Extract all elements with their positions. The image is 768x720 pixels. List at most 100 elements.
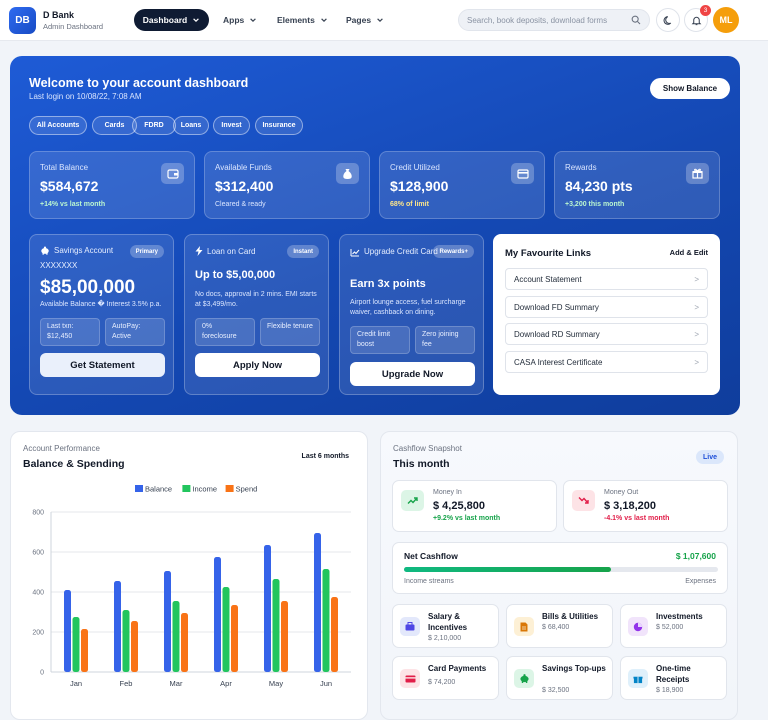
chevron-down-icon — [320, 18, 327, 23]
stat-label: Credit Utilized — [390, 163, 440, 172]
tile-name: Bills & Utilities — [542, 612, 599, 621]
stat-label: Rewards — [565, 163, 597, 172]
link-casa-interest-certificate[interactable]: CASA Interest Certificate > — [505, 351, 708, 373]
top-bar: DB D Bank Admin Dashboard Dashboard Apps… — [0, 0, 768, 41]
stat-available-funds[interactable]: Available Funds $312,400 Cleared & ready — [204, 151, 370, 219]
income-streams-label: Income streams — [404, 578, 454, 585]
get-statement-button[interactable]: Get Statement — [40, 353, 165, 377]
nav-dashboard[interactable]: Dashboard — [134, 9, 209, 31]
trend-up-icon — [401, 490, 424, 511]
stat-credit-utilized[interactable]: Credit Utilized $128,900 68% of limit — [379, 151, 545, 219]
document-icon — [514, 617, 534, 636]
search-input[interactable] — [467, 15, 627, 25]
credit-card-icon — [400, 669, 420, 688]
y-tick-label: 200 — [32, 630, 44, 637]
tile-amount: $ 18,900 — [656, 687, 684, 694]
stat-rewards[interactable]: Rewards 84,230 pts +3,200 this month — [554, 151, 720, 219]
legend-swatch-income — [182, 485, 191, 492]
savings-meta: Available Balance � Interest 3.5% p.a. — [40, 301, 162, 308]
net-cashflow-card: Net Cashflow $ 1,07,600 Income streams E… — [392, 542, 728, 594]
nav-elements-label: Elements — [277, 15, 315, 25]
y-tick-label: 600 — [32, 550, 44, 557]
gift-icon — [686, 163, 709, 184]
tile-amount: $ 52,000 — [656, 624, 684, 631]
bar-balance-jun — [314, 533, 321, 672]
legend-label-income: Income — [192, 485, 217, 494]
tile-one-time-receipts[interactable]: One-time Receipts $ 18,900 — [620, 656, 727, 700]
account-number: XXXXXXX — [40, 261, 78, 270]
savings-title-text: Savings Account — [54, 246, 114, 255]
stat-note: +3,200 this month — [565, 201, 625, 208]
tile-salary-incentives[interactable]: Salary & Incentives $ 2,10,000 — [392, 604, 499, 648]
stat-note: +14% vs last month — [40, 201, 106, 208]
link-download-fd-summary[interactable]: Download FD Summary > — [505, 296, 708, 318]
chevron-right-icon: > — [694, 357, 699, 367]
piggy-bank-icon — [514, 669, 534, 688]
stat-value: $584,672 — [40, 178, 99, 194]
user-avatar[interactable]: ML — [713, 7, 739, 33]
tile-investments[interactable]: Investments $ 52,000 — [620, 604, 727, 648]
nav-pages[interactable]: Pages — [346, 9, 384, 31]
cashflow-subtitle: Cashflow Snapshot — [393, 444, 462, 453]
bar-income-jun — [322, 569, 330, 672]
tenure-info: Flexible tenure — [260, 318, 320, 346]
loan-title-text: Loan on Card — [207, 246, 256, 256]
tile-bills-utilities[interactable]: Bills & Utilities $ 68,400 — [506, 604, 613, 648]
y-tick-label: 400 — [32, 590, 44, 597]
tile-name: Salary & Incentives — [428, 612, 468, 632]
link-download-rd-summary[interactable]: Download RD Summary > — [505, 323, 708, 345]
chart-up-icon — [350, 249, 360, 257]
stat-value: $312,400 — [215, 178, 274, 194]
chip-invest[interactable]: Invest — [213, 116, 250, 135]
chip-cards[interactable]: Cards — [92, 116, 137, 135]
legend-swatch-balance — [135, 485, 143, 492]
account-performance-panel: Account Performance Balance & Spending L… — [10, 431, 368, 720]
net-cashflow-value: $ 1,07,600 — [675, 551, 716, 561]
piggy-bank-icon — [41, 246, 49, 255]
brand-subtitle: Admin Dashboard — [43, 22, 104, 31]
show-balance-button[interactable]: Show Balance — [650, 78, 730, 99]
tile-card-payments[interactable]: Card Payments $ 74,200 — [392, 656, 499, 700]
apply-now-button[interactable]: Apply Now — [195, 353, 320, 377]
money-out-label: Money Out — [604, 489, 639, 496]
money-in-card[interactable]: Money In $ 4,25,800 +9.2% vs last month — [392, 480, 557, 532]
link-account-statement[interactable]: Account Statement > — [505, 268, 708, 290]
tile-amount: $ 68,400 — [542, 624, 570, 631]
x-tick-label: Feb — [120, 679, 133, 688]
tile-amount: $ 2,10,000 — [428, 635, 462, 642]
chip-loans[interactable]: Loans — [173, 116, 209, 135]
chip-all-accounts[interactable]: All Accounts — [29, 116, 87, 135]
joining-fee-info: Zero joining fee — [415, 326, 475, 354]
bank-logo[interactable]: DB — [9, 7, 36, 34]
chevron-down-icon — [377, 18, 383, 23]
briefcase-icon — [400, 617, 420, 636]
notification-count-badge: 3 — [700, 5, 711, 16]
bar-income-mar — [172, 601, 180, 672]
stat-total-balance[interactable]: Total Balance $584,672 +14% vs last mont… — [29, 151, 195, 219]
nav-apps[interactable]: Apps — [223, 9, 257, 31]
bar-balance-jan — [64, 590, 71, 672]
chevron-down-icon — [193, 18, 200, 23]
bar-balance-apr — [214, 557, 221, 672]
bar-spend-mar — [181, 613, 188, 672]
loan-on-card: Loan on Card Instant Up to $5,00,000 No … — [184, 234, 329, 395]
favourite-links-title: My Favourite Links — [505, 248, 592, 259]
nav-apps-label: Apps — [223, 15, 245, 25]
balance-spending-chart: 0 200 400 600 800 Jan Feb Mar Apr May Jun Balance In… — [32, 485, 351, 688]
theme-toggle-button[interactable] — [656, 8, 680, 32]
bar-income-apr — [222, 587, 230, 672]
search-icon[interactable] — [631, 15, 641, 25]
moon-icon — [663, 15, 671, 25]
upgrade-now-button[interactable]: Upgrade Now — [350, 362, 475, 386]
gift-icon — [628, 669, 648, 688]
money-in-value: $ 4,25,800 — [433, 500, 485, 512]
rewards-plus-tag: Rewards+ — [433, 245, 474, 258]
tile-savings-topups[interactable]: Savings Top-ups $ 32,500 — [506, 656, 613, 700]
nav-pages-label: Pages — [346, 15, 372, 25]
chip-insurance[interactable]: Insurance — [255, 116, 303, 135]
bar-income-jan — [72, 617, 80, 672]
money-out-card[interactable]: Money Out $ 3,18,200 -4.1% vs last month — [563, 480, 728, 532]
nav-elements[interactable]: Elements — [277, 9, 328, 31]
add-edit-link[interactable]: Add & Edit — [670, 248, 708, 257]
chip-fdrd[interactable]: FDRD — [132, 116, 176, 135]
